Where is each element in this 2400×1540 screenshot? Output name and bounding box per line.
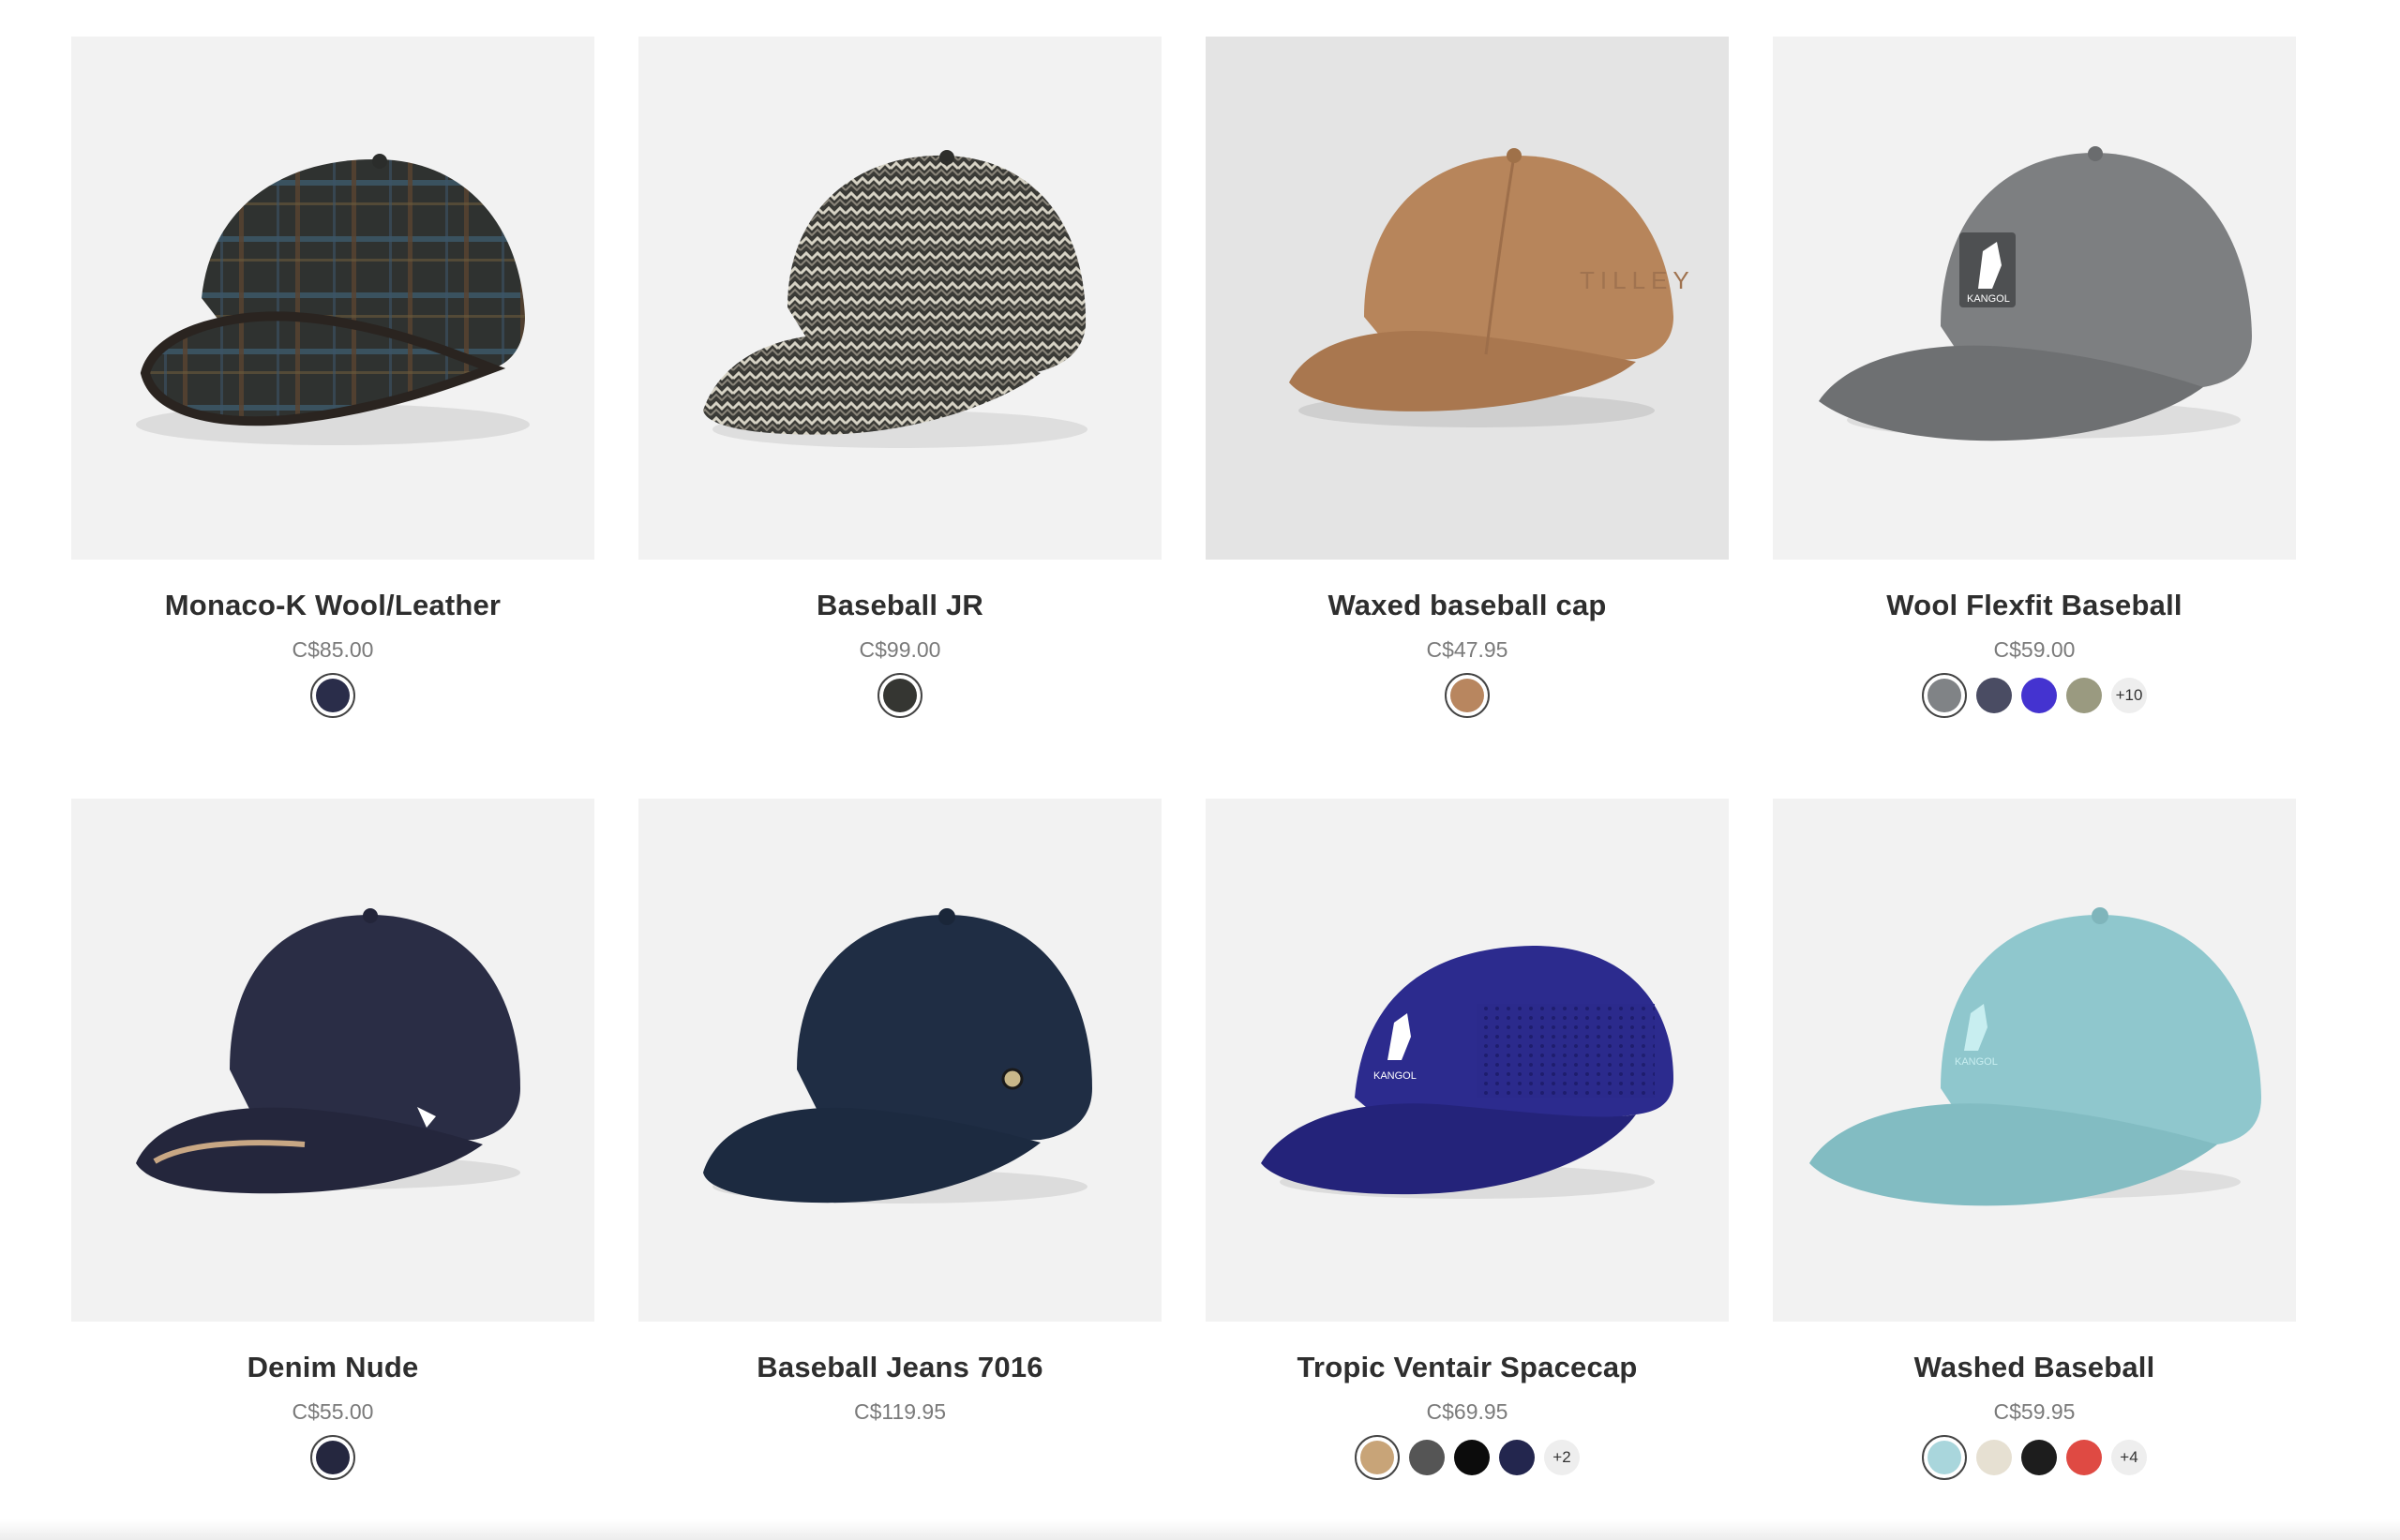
color-swatches xyxy=(310,672,355,719)
product-card[interactable]: KANGOL Tropic Ventair Spacecap C$69.95 +… xyxy=(1206,799,1729,1522)
cap-image: KANGOL xyxy=(1261,946,1673,1199)
color-swatch[interactable] xyxy=(2021,678,2057,713)
svg-text:KANGOL: KANGOL xyxy=(1955,1056,1998,1068)
color-swatch-selected[interactable] xyxy=(1445,673,1490,718)
product-card[interactable]: TILLEY Waxed baseball cap C$47.95 xyxy=(1206,37,1729,760)
product-card[interactable]: Monaco-K Wool/Leather C$85.00 xyxy=(71,37,594,760)
svg-text:KANGOL: KANGOL xyxy=(1373,1070,1417,1082)
color-swatches xyxy=(310,1434,355,1481)
color-swatch[interactable] xyxy=(1976,1440,2012,1475)
cap-image xyxy=(703,150,1088,448)
color-swatch-selected[interactable] xyxy=(1355,1435,1400,1480)
color-swatches: +2 xyxy=(1355,1434,1580,1481)
product-price: C$119.95 xyxy=(853,1399,947,1424)
cap-image: KANGOL xyxy=(1809,907,2261,1206)
color-swatch[interactable] xyxy=(2066,1440,2102,1475)
product-price: C$85.00 xyxy=(292,637,374,662)
color-swatch[interactable] xyxy=(1454,1440,1490,1475)
product-title[interactable]: Wool Flexfit Baseball xyxy=(1886,587,2182,624)
page-bottom-edge xyxy=(0,1519,2400,1540)
product-title[interactable]: Baseball JR xyxy=(817,587,983,624)
more-colors-badge[interactable]: +4 xyxy=(2111,1440,2147,1475)
color-swatch-selected[interactable] xyxy=(1922,1435,1967,1480)
svg-text:KANGOL: KANGOL xyxy=(1967,293,2010,305)
product-image[interactable] xyxy=(638,37,1162,560)
product-title[interactable]: Monaco-K Wool/Leather xyxy=(165,587,501,624)
cap-image: TILLEY xyxy=(1289,148,1695,427)
product-card[interactable]: Denim Nude C$55.00 xyxy=(71,799,594,1522)
cap-image xyxy=(136,154,530,445)
color-swatches: +10 xyxy=(1922,672,2147,719)
product-card[interactable]: KANGOL Wool Flexfit Baseball C$59.00 +10 xyxy=(1773,37,2296,760)
product-price: C$47.95 xyxy=(1426,637,1508,662)
color-swatches: +4 xyxy=(1922,1434,2147,1481)
color-swatch[interactable] xyxy=(1409,1440,1445,1475)
product-price: C$59.95 xyxy=(1993,1399,2076,1424)
product-image[interactable] xyxy=(71,799,594,1322)
product-card[interactable]: Baseball Jeans 7016 C$119.95 xyxy=(638,799,1162,1522)
product-card[interactable]: KANGOL Washed Baseball C$59.95 +4 xyxy=(1773,799,2296,1522)
cap-image xyxy=(136,908,520,1194)
product-image[interactable]: KANGOL xyxy=(1206,799,1729,1322)
product-title[interactable]: Denim Nude xyxy=(248,1349,419,1386)
cap-image: KANGOL xyxy=(1819,146,2252,441)
product-image[interactable]: TILLEY xyxy=(1206,37,1729,560)
color-swatches xyxy=(1445,672,1490,719)
color-swatch-selected[interactable] xyxy=(310,673,355,718)
color-swatch-selected[interactable] xyxy=(1922,673,1967,718)
product-image[interactable] xyxy=(71,37,594,560)
product-grid: Monaco-K Wool/Leather C$85.00 Baseball J… xyxy=(71,37,2296,1522)
product-title[interactable]: Tropic Ventair Spacecap xyxy=(1298,1349,1638,1386)
product-image[interactable]: KANGOL xyxy=(1773,799,2296,1322)
color-swatches xyxy=(878,672,922,719)
product-title[interactable]: Baseball Jeans 7016 xyxy=(757,1349,1042,1386)
product-image[interactable] xyxy=(638,799,1162,1322)
color-swatch[interactable] xyxy=(2066,678,2102,713)
more-colors-badge[interactable]: +10 xyxy=(2111,678,2147,713)
color-swatch-selected[interactable] xyxy=(310,1435,355,1480)
color-swatch[interactable] xyxy=(1499,1440,1535,1475)
color-swatch[interactable] xyxy=(1976,678,2012,713)
product-card[interactable]: Baseball JR C$99.00 xyxy=(638,37,1162,760)
product-image[interactable]: KANGOL xyxy=(1773,37,2296,560)
color-swatch[interactable] xyxy=(2021,1440,2057,1475)
product-price: C$99.00 xyxy=(859,637,941,662)
color-swatch-selected[interactable] xyxy=(878,673,922,718)
product-title[interactable]: Washed Baseball xyxy=(1914,1349,2155,1386)
product-price: C$55.00 xyxy=(292,1399,374,1424)
svg-text:TILLEY: TILLEY xyxy=(1580,266,1695,294)
more-colors-badge[interactable]: +2 xyxy=(1544,1440,1580,1475)
product-price: C$69.95 xyxy=(1426,1399,1508,1424)
cap-image xyxy=(703,908,1092,1204)
product-price: C$59.00 xyxy=(1993,637,2076,662)
product-title[interactable]: Waxed baseball cap xyxy=(1328,587,1606,624)
